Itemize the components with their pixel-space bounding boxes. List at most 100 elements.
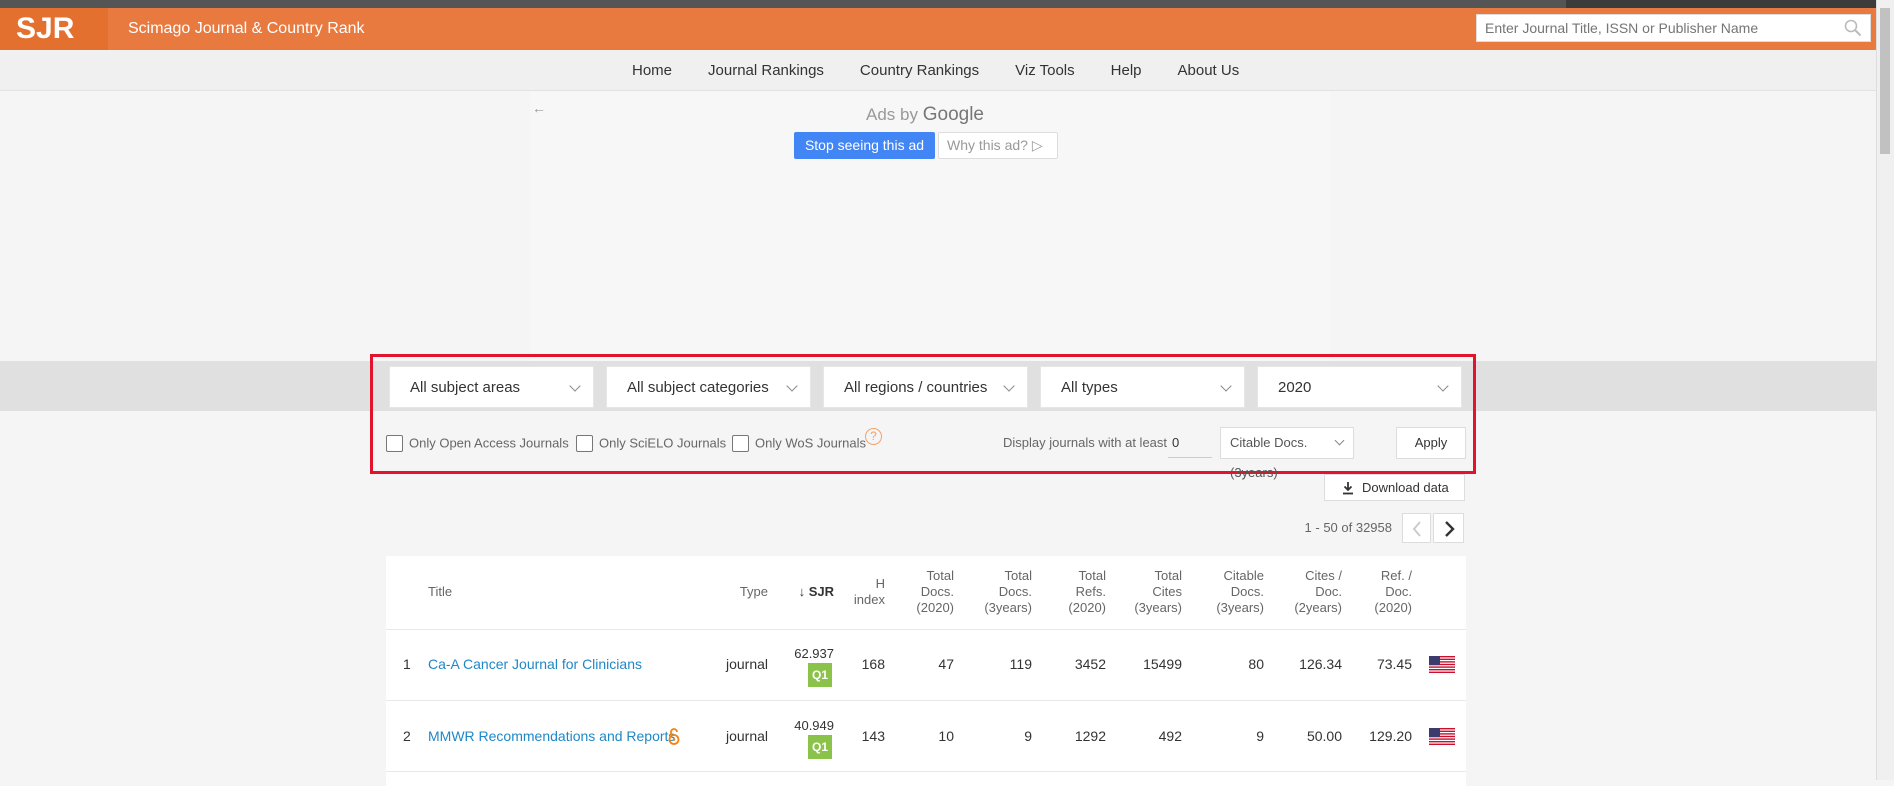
chevron-left-icon (1412, 521, 1421, 537)
checkbox-box[interactable] (576, 435, 593, 453)
nav-country-rankings[interactable]: Country Rankings (842, 50, 997, 93)
col-header-line: (2020) (1374, 600, 1412, 615)
row-1-title-link[interactable]: Ca-A Cancer Journal for Clinicians (428, 656, 642, 672)
col-header-ref-per-doc[interactable]: Ref. / Doc. (2020) (1360, 568, 1412, 616)
nav-help[interactable]: Help (1093, 50, 1160, 93)
search-icon[interactable] (1844, 19, 1862, 37)
browser-top-strip (0, 0, 1876, 8)
search-input[interactable] (1477, 15, 1827, 41)
citable-docs-select[interactable]: Citable Docs. (3years) (1220, 427, 1354, 480)
row-1-total-docs-2020: 47 (938, 656, 954, 672)
chevron-down-icon (1437, 380, 1449, 392)
col-header-line: index (853, 592, 885, 607)
year-select[interactable]: 2020 (1257, 366, 1462, 408)
col-header-total-docs-3y[interactable]: Total Docs. (3years) (972, 568, 1032, 616)
row-1-type: journal (725, 656, 768, 672)
min-docs-input[interactable] (1168, 428, 1212, 458)
nav-about-us[interactable]: About Us (1160, 50, 1258, 93)
nav-journal-rankings[interactable]: Journal Rankings (690, 50, 842, 93)
open-access-checkbox[interactable]: Only Open Access Journals (386, 434, 569, 453)
main-nav: Home Journal Rankings Country Rankings V… (0, 50, 1876, 93)
chevron-down-icon (1003, 380, 1015, 392)
col-header-total-refs-2020[interactable]: Total Refs. (2020) (1050, 568, 1106, 616)
col-header-citable-docs-3y[interactable]: Citable Docs. (3years) (1202, 568, 1264, 616)
why-this-ad-button[interactable]: Why this ad? ▷ (938, 132, 1058, 159)
row-2-sjr: 40.949 (794, 718, 834, 733)
next-page-button[interactable] (1433, 513, 1464, 543)
site-title[interactable]: Scimago Journal & Country Rank (128, 8, 365, 50)
col-header-line: (3years) (984, 600, 1032, 615)
download-icon (1343, 482, 1353, 495)
row-2-type: journal (725, 728, 768, 744)
subject-area-select[interactable]: All subject areas (389, 366, 594, 408)
row-2-cites-per-doc: 50.00 (1306, 728, 1342, 744)
row-1-quartile-badge: Q1 (808, 663, 832, 687)
help-question-icon[interactable]: ? (865, 428, 882, 445)
col-header-line: Total (926, 568, 954, 583)
col-header-line: H (875, 576, 885, 591)
row-2-title-link[interactable]: MMWR Recommendations and Reports (428, 728, 675, 744)
checkbox-box[interactable] (732, 435, 749, 453)
row-1-sjr: 62.937 (794, 646, 834, 661)
region-select[interactable]: All regions / countries (823, 366, 1028, 408)
col-header-cites-per-doc[interactable]: Cites / Doc. (2years) (1280, 568, 1342, 616)
scielo-checkbox[interactable]: Only SciELO Journals (576, 434, 727, 453)
type-select[interactable]: All types (1040, 366, 1245, 408)
row-separator (386, 771, 1466, 772)
wos-checkbox[interactable]: Only WoS Journals (732, 434, 866, 453)
col-header-title[interactable]: Title (428, 584, 452, 600)
row-2-total-docs-2020: 10 (938, 728, 954, 744)
us-flag-icon (1429, 656, 1455, 673)
row-2-ref-per-doc: 129.20 (1369, 728, 1412, 744)
col-header-line: Citable (1223, 568, 1264, 583)
checkbox-box[interactable] (386, 435, 403, 453)
chevron-down-icon (786, 380, 798, 392)
nav-viz-tools[interactable]: Viz Tools (997, 50, 1092, 93)
col-header-type[interactable]: Type (730, 584, 768, 600)
prev-page-button[interactable] (1402, 513, 1431, 543)
row-2-citable-docs: 9 (1256, 728, 1264, 744)
download-label: Download data (1362, 480, 1449, 495)
scrollbar-thumb[interactable] (1880, 8, 1890, 154)
row-1-rank: 1 (403, 656, 411, 672)
row-2-quartile-badge: Q1 (808, 735, 832, 759)
row-1-ref-per-doc: 73.45 (1376, 656, 1412, 672)
type-value: All types (1061, 379, 1118, 396)
row-1-h-index: 168 (861, 656, 885, 672)
col-header-line: (2020) (1068, 600, 1106, 615)
col-header-total-docs-2020[interactable]: Total Docs. (2020) (900, 568, 954, 616)
scielo-label: Only SciELO Journals (599, 435, 727, 451)
region-value: All regions / countries (844, 379, 988, 396)
apply-button[interactable]: Apply (1396, 427, 1466, 459)
nav-home[interactable]: Home (614, 50, 690, 93)
download-data-button[interactable]: Download data (1324, 474, 1465, 501)
col-header-line: Cites (1152, 584, 1182, 599)
col-header-line: (3years) (1134, 600, 1182, 615)
chevron-down-icon (1220, 380, 1232, 392)
col-header-line: (3years) (1216, 600, 1264, 615)
row-2-total-docs-3y: 9 (1024, 728, 1032, 744)
subject-area-value: All subject areas (410, 379, 521, 396)
row-2-h-index: 143 (861, 728, 885, 744)
ads-by-text: Ads by (866, 105, 918, 124)
search-box[interactable] (1476, 14, 1871, 42)
row-2-total-cites: 492 (1158, 728, 1182, 744)
year-value: 2020 (1278, 379, 1312, 396)
col-header-total-cites-3y[interactable]: Total Cites (3years) (1122, 568, 1182, 616)
col-header-sjr[interactable]: ↓ SJR (790, 584, 834, 600)
us-flag-icon (1429, 728, 1455, 745)
subject-category-select[interactable]: All subject categories (606, 366, 811, 408)
chevron-down-icon (569, 380, 581, 392)
row-1-cites-per-doc: 126.34 (1299, 656, 1342, 672)
sjr-logo[interactable]: SJR (0, 8, 108, 50)
row-separator (386, 700, 1466, 701)
col-header-line: Total (1004, 568, 1032, 583)
google-wordmark: Google (922, 104, 984, 125)
stop-seeing-ad-button[interactable]: Stop seeing this ad (794, 132, 935, 159)
subject-category-value: All subject categories (627, 379, 769, 396)
open-access-label: Only Open Access Journals (409, 435, 569, 451)
top-strip-segment (1566, 0, 1876, 8)
col-header-h-index[interactable]: Hindex (845, 576, 885, 608)
row-1-citable-docs: 80 (1248, 656, 1264, 672)
row-separator (386, 629, 1466, 630)
